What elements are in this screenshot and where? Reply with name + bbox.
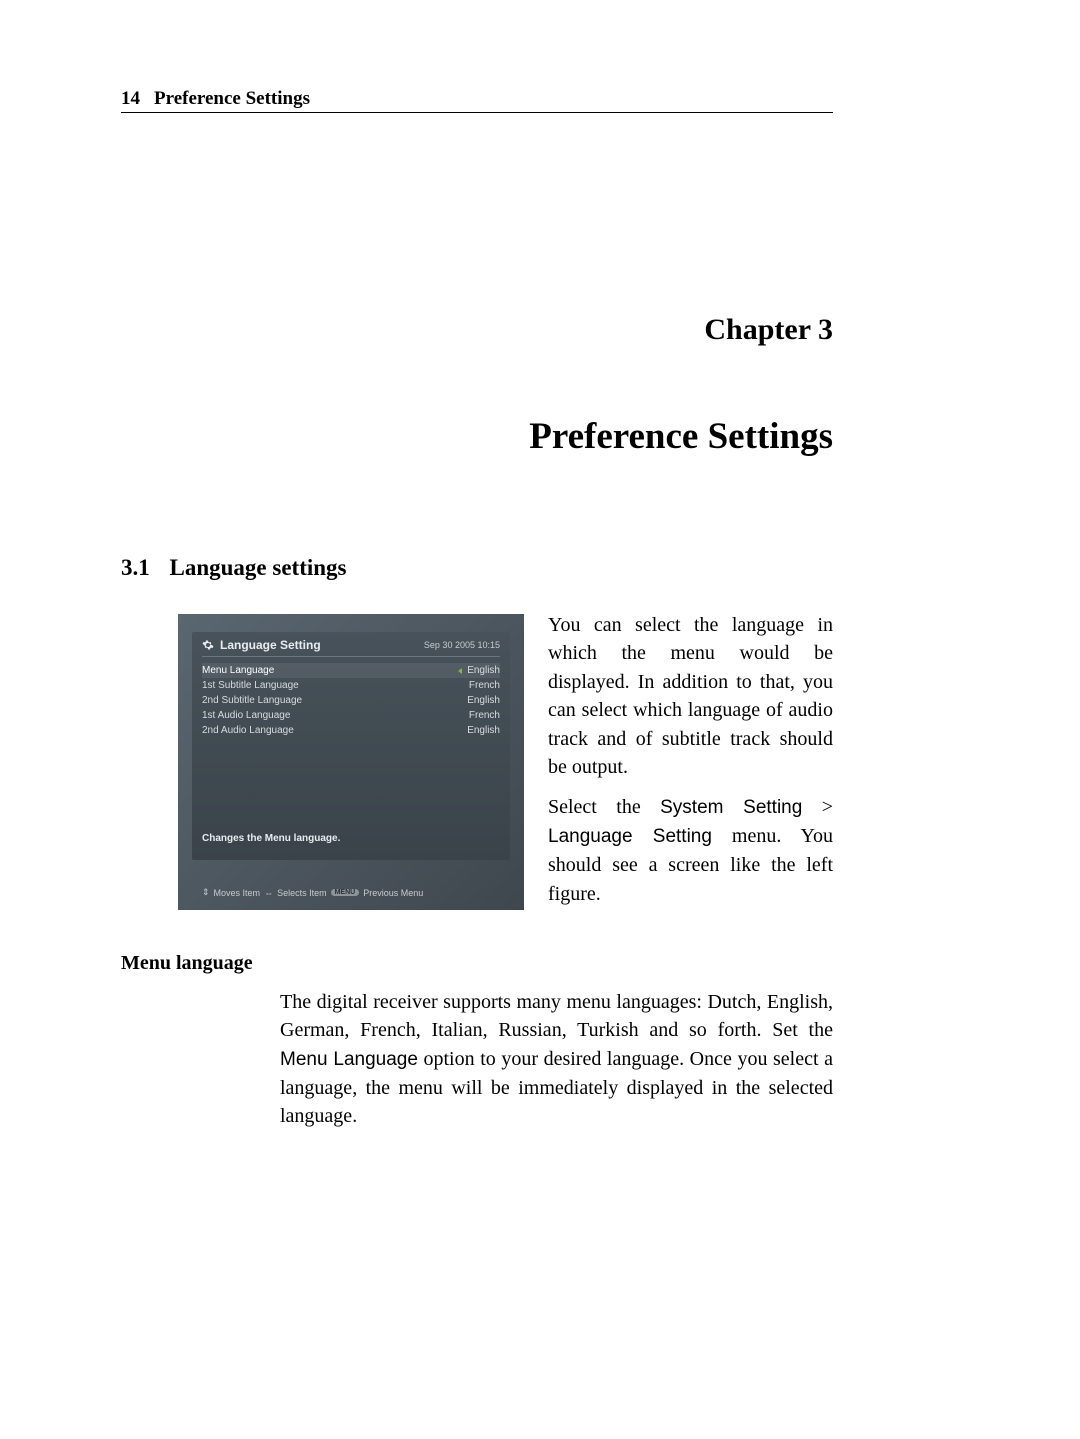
screenshot-datetime: Sep 30 2005 10:15	[424, 640, 500, 650]
page-header: 14 Preference Settings	[121, 88, 833, 110]
screenshot-figure: Language Setting Sep 30 2005 10:15 Menu …	[178, 614, 524, 910]
chapter-label: Chapter 3	[704, 313, 833, 347]
screenshot-body: Menu Language English 1st Subtitle Langu…	[192, 661, 510, 740]
side-paragraphs: You can select the language in which the…	[548, 611, 833, 920]
updown-icon: ⇕	[202, 887, 210, 898]
language-setting-screenshot: Language Setting Sep 30 2005 10:15 Menu …	[178, 614, 524, 910]
header-rule	[121, 112, 833, 113]
screenshot-title: Language Setting	[220, 638, 321, 652]
gear-icon	[202, 639, 214, 651]
body-paragraph: The digital receiver supports many menu …	[280, 988, 833, 1131]
leftright-icon: ⇔	[264, 888, 273, 898]
header-title: Preference Settings	[154, 88, 310, 110]
side-para-2: Select the System Setting > Language Set…	[548, 793, 833, 908]
screenshot-panel: Language Setting Sep 30 2005 10:15 Menu …	[192, 632, 510, 860]
setting-label: 2nd Subtitle Language	[202, 695, 302, 706]
setting-value-text: English	[467, 665, 500, 676]
menu-path-language-setting: Language Setting	[548, 826, 712, 847]
setting-label: 1st Subtitle Language	[202, 680, 299, 691]
setting-row-menu-language[interactable]: Menu Language English	[202, 663, 500, 678]
menu-option-menu-language: Menu Language	[280, 1049, 418, 1070]
setting-value-text: French	[469, 710, 500, 721]
left-arrow-icon	[458, 668, 462, 674]
screenshot-divider	[202, 656, 500, 657]
menu-path-separator: >	[802, 796, 833, 818]
body-para-1: The digital receiver supports many menu …	[280, 988, 833, 1131]
menu-badge: MENU	[331, 889, 360, 896]
setting-row-1st-audio[interactable]: 1st Audio Language French	[202, 708, 500, 723]
setting-label: 2nd Audio Language	[202, 725, 294, 736]
screenshot-titlebar: Language Setting Sep 30 2005 10:15	[192, 632, 510, 656]
setting-row-1st-subtitle[interactable]: 1st Subtitle Language French	[202, 678, 500, 693]
side-p2-text-a: Select the	[548, 796, 660, 818]
screenshot-title-left: Language Setting	[202, 638, 321, 652]
setting-value-text: English	[467, 695, 500, 706]
setting-label: Menu Language	[202, 665, 274, 676]
page-number: 14	[121, 88, 140, 110]
chapter-title: Preference Settings	[529, 415, 833, 458]
footer-moves: Moves Item	[214, 888, 261, 898]
setting-row-2nd-subtitle[interactable]: 2nd Subtitle Language English	[202, 693, 500, 708]
screenshot-help-text: Changes the Menu language.	[202, 833, 340, 844]
section-heading: 3.1 Language settings	[121, 555, 347, 581]
footer-selects: Selects Item	[277, 888, 327, 898]
section-title: Language settings	[170, 555, 347, 580]
setting-value-text: English	[467, 725, 500, 736]
side-para-1: You can select the language in which the…	[548, 611, 833, 781]
footer-previous: Previous Menu	[363, 888, 423, 898]
menu-path-system-setting: System Setting	[660, 797, 802, 818]
setting-label: 1st Audio Language	[202, 710, 290, 721]
body-p1-text-a: The digital receiver supports many menu …	[280, 991, 833, 1041]
subheading-menu-language: Menu language	[121, 952, 253, 975]
setting-row-2nd-audio[interactable]: 2nd Audio Language English	[202, 723, 500, 738]
screenshot-footer: ⇕ Moves Item ⇔ Selects Item MENU Previou…	[202, 887, 423, 898]
setting-value: English	[458, 665, 500, 676]
section-number: 3.1	[121, 555, 150, 580]
setting-value-text: French	[469, 680, 500, 691]
